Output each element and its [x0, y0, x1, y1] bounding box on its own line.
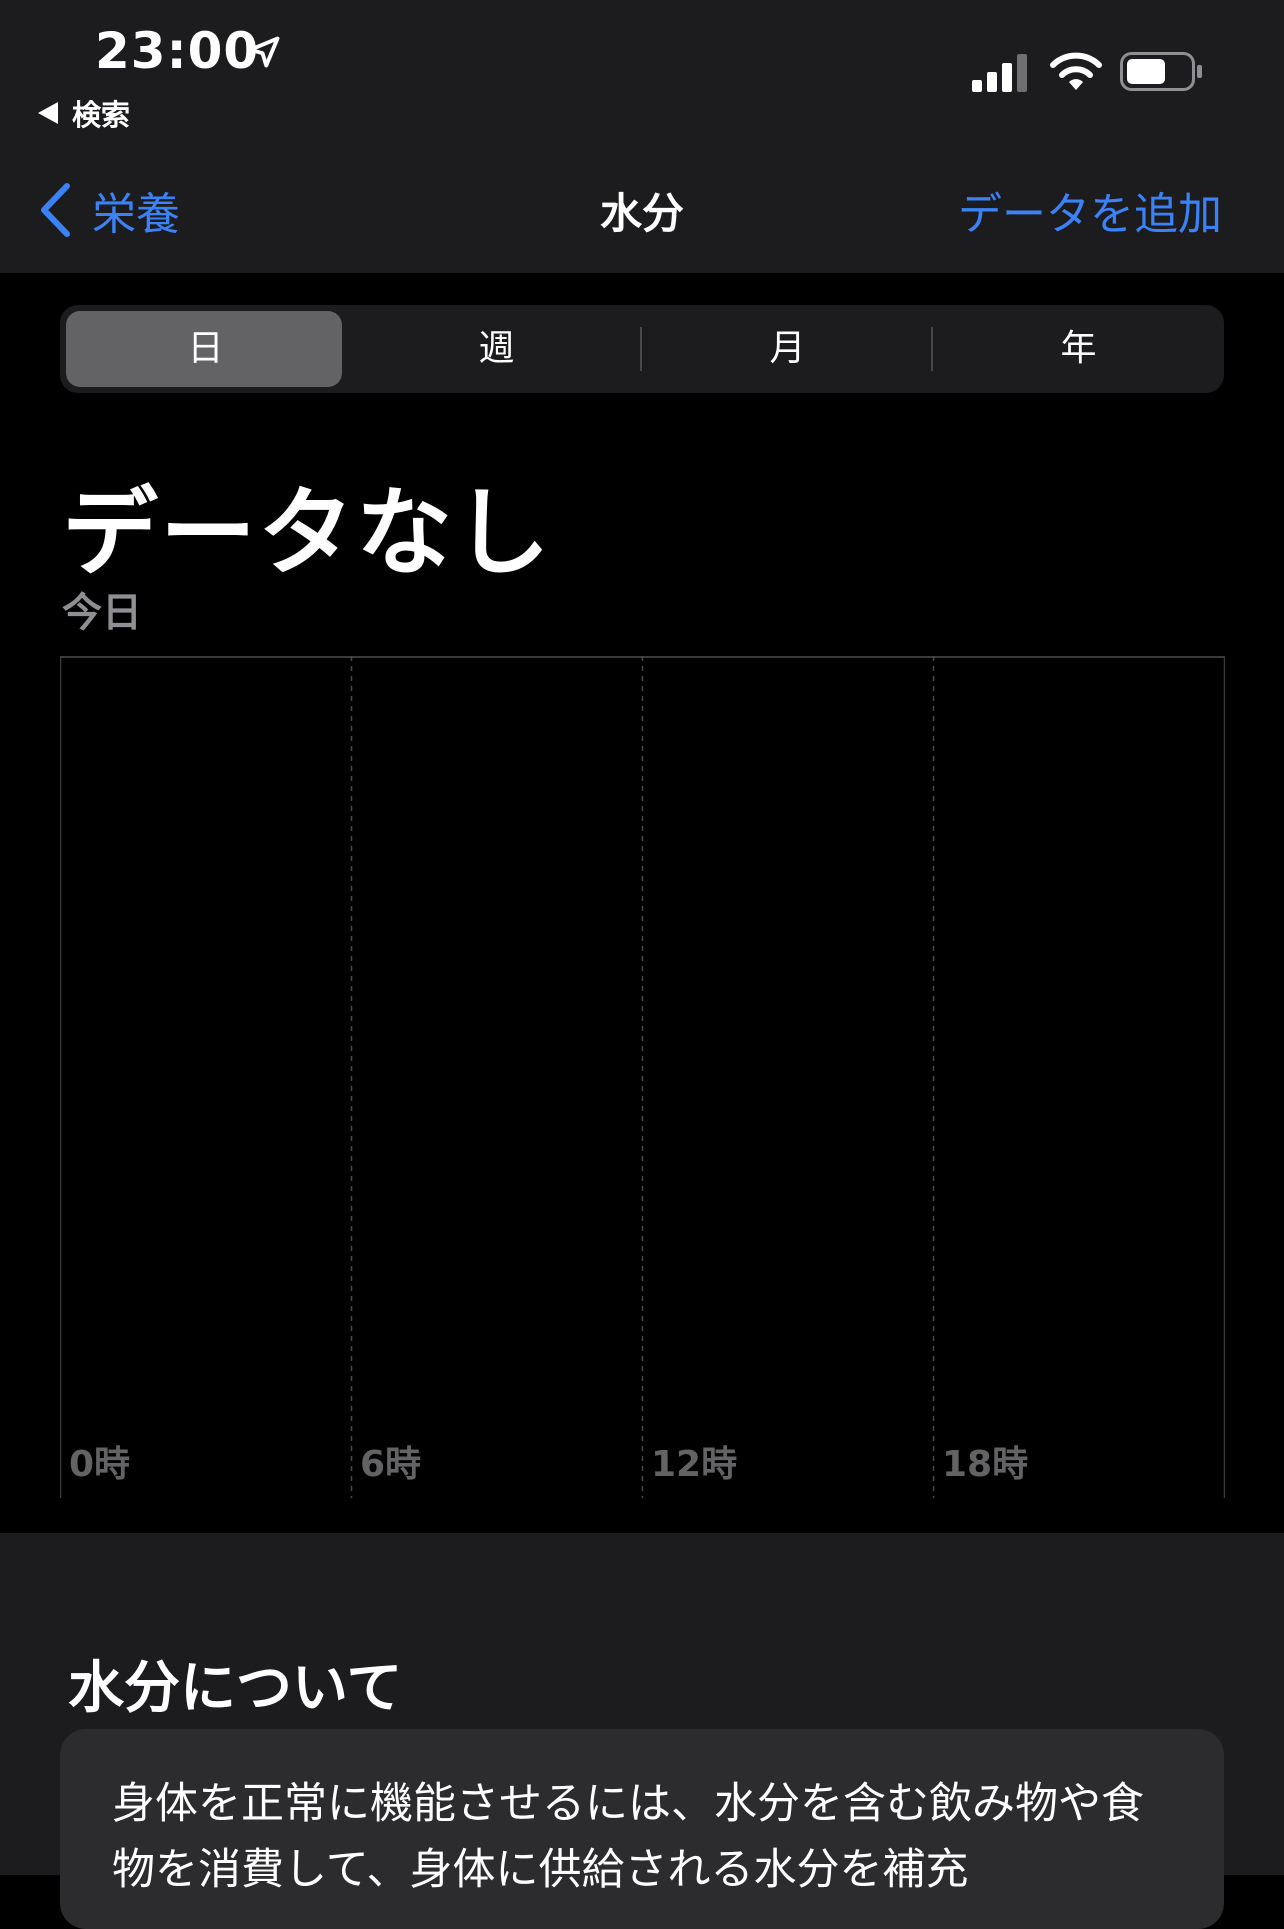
period-label: 今日 [62, 590, 142, 636]
back-triangle-icon [38, 102, 58, 124]
segment-year[interactable]: 年 [933, 305, 1224, 393]
wifi-icon [1050, 52, 1102, 90]
navigation-bar: 栄養 水分 データを追加 [0, 140, 1284, 273]
x-tick-label: 12時 [651, 1444, 737, 1485]
location-arrow-icon [248, 36, 280, 68]
back-to-app-label: 検索 [72, 98, 131, 132]
about-description: 身体を正常に機能させるには、水分を含む飲み物や食物を消費して、身体に供給される水… [112, 1779, 1144, 1895]
segment-day[interactable]: 日 [60, 305, 351, 393]
segment-week[interactable]: 週 [351, 305, 642, 393]
clock: 23:00 [95, 22, 260, 80]
x-tick-label: 6時 [360, 1444, 421, 1485]
add-data-button[interactable]: データを追加 [958, 178, 1222, 242]
battery-icon [1120, 52, 1202, 91]
x-tick-label: 18時 [942, 1444, 1028, 1485]
time-range-segmented-control: 日 週 月 年 [60, 305, 1224, 393]
about-section: 水分について 身体を正常に機能させるには、水分を含む飲み物や食物を消費して、身体… [0, 1533, 1284, 1929]
no-data-headline: データなし [62, 477, 552, 589]
status-bar: 23:00 検索 [0, 0, 1284, 140]
segment-month[interactable]: 月 [642, 305, 933, 393]
x-tick-label: 0時 [69, 1444, 130, 1485]
cellular-signal-icon [972, 54, 1027, 92]
about-title: 水分について [68, 1656, 403, 1721]
back-to-app-button[interactable]: 検索 [38, 92, 130, 134]
hydration-chart[interactable]: 0時 6時 12時 18時 [60, 656, 1225, 1498]
about-card: 身体を正常に機能させるには、水分を含む飲み物や食物を消費して、身体に供給される水… [60, 1729, 1224, 1929]
